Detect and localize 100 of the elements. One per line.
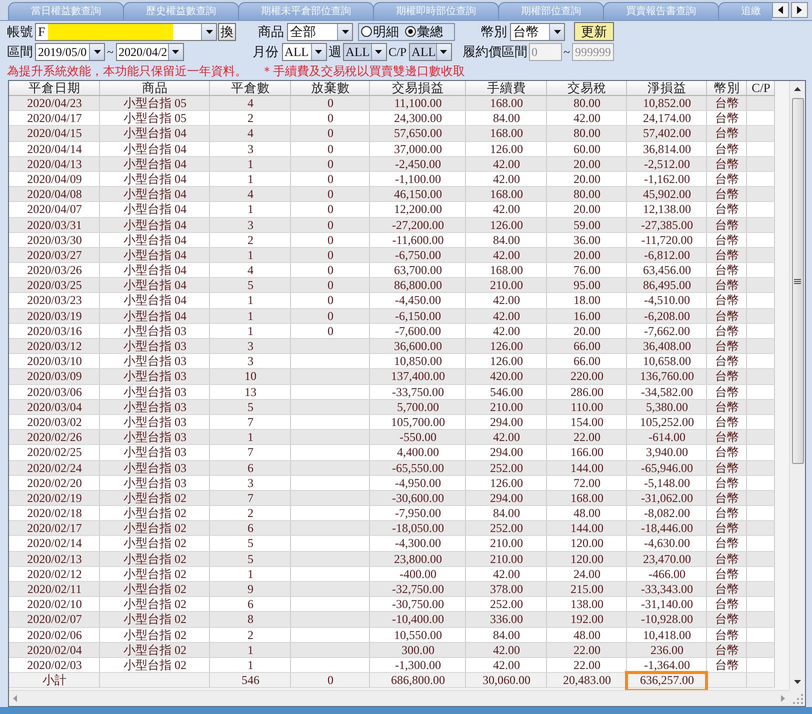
table-cell-text: 22.00 <box>572 658 602 672</box>
table-cell-text: 4 <box>246 263 254 278</box>
table-cell-text: 台幣 <box>714 582 740 596</box>
table-cell-text: -27,200.00 <box>391 218 445 232</box>
radio-button[interactable]: 明細 <box>361 22 399 40</box>
table-cell-text: -2,512.00 <box>643 156 691 171</box>
table-cell-text: 2020/02/19 <box>26 490 83 506</box>
table-cell-text: 210.00 <box>489 536 524 551</box>
table-cell-text: 台幣 <box>714 308 740 323</box>
start-date-select[interactable]: 2019/05/0 <box>35 43 105 61</box>
table-cell-text: -27,385.00 <box>640 218 694 232</box>
table-cell-text: 37,000.00 <box>393 142 443 156</box>
table-cell-text: 小型台指 02 <box>122 582 188 596</box>
table-cell-text: 台幣 <box>714 339 740 354</box>
account-select[interactable]: F <box>35 22 217 40</box>
table-cell-text: 252.00 <box>489 521 524 536</box>
dropdown-button[interactable] <box>337 24 352 40</box>
table-cell-text: 36.00 <box>572 232 602 247</box>
table-cell-text: 42.00 <box>492 324 521 338</box>
table-cell-text: 小型台指 03 <box>122 430 188 444</box>
table-cell-text: 126.00 <box>489 476 524 490</box>
table-cell-text: 小型台指 03 <box>122 354 188 368</box>
table-cell-text: 0 <box>326 142 334 156</box>
table-cell-text: 3 <box>246 339 254 354</box>
down-triangle-icon[interactable] <box>794 680 801 684</box>
table-cell-text: 台幣 <box>714 111 740 126</box>
dropdown-button[interactable] <box>89 44 104 60</box>
table-cell-text: 1 <box>246 293 254 308</box>
table-cell-text: 24,300.00 <box>393 111 443 126</box>
table-cell-text: 252.00 <box>489 597 524 612</box>
swap-button[interactable]: 換 <box>218 22 236 40</box>
table-cell-text: 小型台指 02 <box>122 552 188 566</box>
table-cell-text: 小型台指 03 <box>122 460 188 475</box>
table-cell-text: 166.00 <box>570 445 604 460</box>
dropdown-button[interactable] <box>201 24 216 40</box>
table-cell-text: 420.00 <box>489 369 524 384</box>
table-cell-text: 0 <box>326 156 334 171</box>
caret-icon <box>554 30 560 34</box>
table-cell-text: 10,658.00 <box>642 354 692 368</box>
table-cell-text: 0 <box>326 232 334 247</box>
table-cell-text: 0 <box>326 202 334 216</box>
table-cell-text: 小型台指 04 <box>122 142 188 156</box>
table-cell-text: 215.00 <box>570 582 604 596</box>
table-cell-text: 1 <box>246 566 254 581</box>
table-cell-text: 42.00 <box>492 308 521 323</box>
table-cell-text: 5 <box>246 278 254 292</box>
table-cell-text: 台幣 <box>714 460 740 475</box>
table-cell-text: 7 <box>246 490 254 506</box>
table-cell-text: 2020/04/23 <box>26 96 83 110</box>
product-select[interactable]: 全部 <box>287 22 353 40</box>
refresh-button[interactable]: 更新 <box>574 22 614 41</box>
table-cell-text: 72.00 <box>572 476 602 490</box>
table-cell-text: -1,162.00 <box>643 172 691 186</box>
table-cell-text: 4 <box>246 126 254 141</box>
dropdown-button[interactable] <box>310 44 326 60</box>
table-cell-text: 4 <box>246 187 254 202</box>
dropdown-button[interactable] <box>549 24 564 40</box>
end-date-select[interactable]: 2020/04/2 <box>116 43 184 61</box>
caret-icon <box>94 50 100 54</box>
table-cell-text: 台幣 <box>714 263 740 278</box>
table-cell-text: 192.00 <box>570 612 604 627</box>
table-cell-text: 60.00 <box>572 142 602 156</box>
table-cell-text: 台幣 <box>714 642 740 657</box>
resize-grip-icon[interactable] <box>793 694 803 704</box>
range-separator: ~ <box>107 44 114 60</box>
table-cell-text: 42.00 <box>492 156 521 171</box>
table-cell-text: 137,400.00 <box>390 369 446 384</box>
dropdown-button[interactable] <box>168 44 182 60</box>
table-cell-text: 台幣 <box>714 597 740 612</box>
table-cell-text: 台幣 <box>714 324 740 338</box>
table-cell-text: 57,402.00 <box>642 126 692 141</box>
table-cell-text: 小型台指 04 <box>122 293 188 308</box>
table-cell-text: -466.00 <box>648 566 686 581</box>
table-cell-text: 80.00 <box>572 96 602 110</box>
tab-scroll-left-button[interactable] <box>772 2 789 18</box>
table-cell-text: 2020/02/04 <box>26 642 83 657</box>
notice-text: 為提升系統效能，本功能只保留近一年資料。 <box>7 62 247 80</box>
table-cell-text: 2020/02/13 <box>26 552 83 566</box>
column-header: 手續費 <box>486 81 527 95</box>
currency-select[interactable]: 台幣 <box>510 22 565 40</box>
table-cell-text: 小型台指 04 <box>122 278 188 292</box>
scroll-thumb[interactable] <box>792 98 804 464</box>
month-select[interactable]: ALL <box>282 43 326 61</box>
table-cell-text: 210.00 <box>489 278 524 292</box>
table-cell-text: 20.00 <box>572 324 602 338</box>
table-cell-text: 小型台指 02 <box>122 628 188 642</box>
vertical-scrollbar[interactable] <box>789 81 805 690</box>
table-cell-text: 2020/03/10 <box>26 354 83 368</box>
table-cell-text: 2 <box>246 506 254 520</box>
table-cell-text: 16.00 <box>572 308 602 323</box>
table-cell-text: 2 <box>246 628 254 642</box>
month-label: 月份 <box>252 43 278 61</box>
table-cell-text: 2020/04/08 <box>26 187 83 202</box>
table-cell-text: 小型台指 02 <box>122 490 188 506</box>
table-cell-text: 小型台指 03 <box>122 414 188 430</box>
radio-button[interactable]: 彙總 <box>405 22 443 40</box>
tab-scroll-right-button[interactable] <box>791 2 808 18</box>
table-cell-text: 210.00 <box>489 552 524 566</box>
up-triangle-icon[interactable] <box>794 87 801 91</box>
table-cell-text: -11,600.00 <box>391 232 445 247</box>
